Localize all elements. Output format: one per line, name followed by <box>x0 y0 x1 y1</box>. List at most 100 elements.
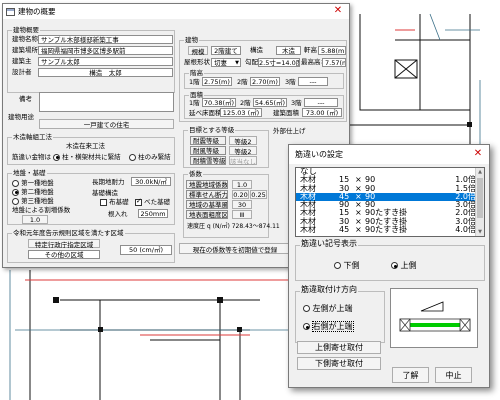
zone-field[interactable]: その他の区域 <box>28 250 100 259</box>
total-area-field[interactable]: 125.03 (㎡) <box>220 108 262 117</box>
area-2-field[interactable]: 54.65(㎡) <box>253 98 287 107</box>
area-3-field[interactable]: --- <box>304 98 338 107</box>
lower-attach-button[interactable]: 下側寄せ取付 <box>297 357 381 370</box>
story-2-field[interactable]: 2.70(m) <box>250 77 280 86</box>
bearing-label: 長期地耐力 <box>92 178 125 186</box>
area-1-field[interactable]: 70.38(㎡) <box>202 98 236 107</box>
mat-foundation-checkbox[interactable]: べた基礎 <box>135 197 170 207</box>
scroll-down-icon[interactable]: ▼ <box>476 229 484 235</box>
overview-group-label: 建物概要 <box>12 26 40 34</box>
area-2-label: 2階 <box>240 99 251 107</box>
ok-button[interactable]: 了解 <box>392 367 429 383</box>
symbol-option-upper[interactable]: 上側 <box>391 261 417 271</box>
title-bar[interactable]: 建物の概要 ✕ <box>3 4 349 19</box>
usage-button[interactable]: 一戸建ての住宅 <box>39 119 174 129</box>
top-height-field[interactable]: 7.57(m) <box>322 58 346 67</box>
eaves-label: 軒高 <box>304 46 317 54</box>
brace-list[interactable]: なし 木材 15 × 90 1.0倍 木材 30 × 90 1.5倍 木材 45 × 90 2.0倍 木… <box>295 167 485 237</box>
remarks-label: 備考 <box>19 95 32 103</box>
bearing-field[interactable]: 30.0kN/㎡ <box>131 177 171 186</box>
symbol-option-lower[interactable]: 下側 <box>334 261 360 271</box>
fastener-label: 筋違い金物は <box>12 153 51 161</box>
speed-pressure-label: 速度圧 q (N/㎡) 728.43～874.11 <box>187 223 280 230</box>
scroll-up-icon[interactable]: ▲ <box>476 169 484 175</box>
wind-speed-button[interactable]: 30 <box>232 200 252 209</box>
wind-grade-button[interactable]: 等級2 <box>229 146 257 156</box>
roughness-button[interactable]: Ⅲ <box>232 210 252 219</box>
brace-settings-dialog: 筋違いの設定 ✕ なし 木材 15 × 90 1.0倍 木材 30 × 90 1.5倍 木材 45… <box>288 144 490 388</box>
ground-type-3[interactable]: 第三種地盤 <box>12 197 54 206</box>
radio-icon <box>303 323 310 330</box>
building-site-label: 建築場所 <box>12 46 38 54</box>
total-area-label: 延べ床面積 <box>189 109 222 117</box>
framing-method-group: 木造軸組工法 木造在来工法 筋違い金物は 柱・横架材共に緊結 柱のみ緊結 <box>7 133 175 165</box>
embed-field[interactable]: 250mm <box>138 209 168 218</box>
target-grade-label: 目標とする等級 <box>188 126 236 134</box>
list-item[interactable]: 木材 45 × 90たすき掛 4.0倍 <box>296 225 484 234</box>
close-icon[interactable]: ✕ <box>327 4 349 18</box>
overview-group: 建物概要 建物名称 サンプル木部様邸新築工事 建築場所 福岡県福岡市博多区博多駅… <box>7 26 175 93</box>
chevron-down-icon: ▼ <box>235 60 239 66</box>
slope-field[interactable]: 2.5寸=14.0度 <box>258 58 300 67</box>
remarks-field[interactable] <box>39 92 174 112</box>
designer-field[interactable]: 構造 太郎 <box>38 68 173 77</box>
register-defaults-button[interactable]: 現在の係数等を初期値で登録 <box>179 243 291 254</box>
region-group-label: 令和元年度告示規則区域を満たす区域 <box>12 229 125 237</box>
region-value-field[interactable]: 50 (cm/㎡) <box>120 245 172 255</box>
direction-left-top[interactable]: 左側が上端 <box>303 304 353 314</box>
usage-label: 建物用途 <box>8 113 34 121</box>
upper-attach-button[interactable]: 上側寄せ取付 <box>297 341 381 354</box>
seismic-grade-button[interactable]: 等級2 <box>229 136 257 146</box>
wind-grade-label: 耐風等級 <box>190 146 226 155</box>
story-3-field[interactable]: --- <box>298 77 328 86</box>
window-title: 建物の概要 <box>18 7 56 16</box>
list-scrollbar[interactable]: ▲ ▼ <box>475 168 484 236</box>
owner-field[interactable]: サンプル太郎 <box>38 57 173 66</box>
building-site-field[interactable]: 福岡県福岡市博多区博多駅前 <box>38 46 173 55</box>
fastener-option-both[interactable]: 柱・横架材共に緊結 <box>53 153 121 162</box>
story-1-field[interactable]: 2.75(m) <box>202 77 232 86</box>
shear-coef-button-1[interactable]: 0.20 <box>232 190 249 199</box>
close-icon[interactable]: ✕ <box>467 145 489 163</box>
radio-icon <box>129 153 136 161</box>
designer-label: 設計者 <box>12 68 32 76</box>
seismic-zone-button[interactable]: 1.0 <box>232 180 252 189</box>
fastener-option-column[interactable]: 柱のみ緊結 <box>129 153 171 162</box>
building-name-field[interactable]: サンプル木部様邸新築工事 <box>38 35 173 44</box>
soft-ground-value[interactable]: 1.0 <box>22 215 48 224</box>
designated-area-button[interactable]: 特定行政庁指定区域 <box>28 239 100 249</box>
radio-icon <box>12 197 19 205</box>
story-2-label: 2階 <box>237 78 248 86</box>
scrollbar-thumb[interactable] <box>477 178 483 218</box>
embed-label: 根入れ <box>108 210 128 218</box>
radio-icon <box>12 179 19 187</box>
brace-preview-drawing <box>399 301 471 332</box>
snow-grade-button[interactable]: 該当なし <box>229 156 257 166</box>
seismic-grade-label: 耐震等級 <box>190 136 226 145</box>
ground-type-2[interactable]: 第二種地盤 <box>12 188 54 197</box>
structure-group: 建物 規模 2階建て 構造 木造 軒高 5.88(m) 屋根形状 切妻 ▼ 勾配 … <box>179 36 347 122</box>
coefficient-group: 係数 地震地域係数 1.0 標準せん断力係数 0.20 0.25 地域の基準風速… <box>183 170 280 238</box>
shear-coef-button-2[interactable]: 0.25 <box>250 190 267 199</box>
eaves-field[interactable]: 5.88(m) <box>318 46 346 55</box>
struct-field[interactable]: 木造 <box>276 46 301 55</box>
region-group: 令和元年度告示規則区域を満たす区域 特定行政庁指定区域 その他の区域 50 (c… <box>7 229 175 263</box>
soft-ground-label: 地盤による割増係数 <box>12 206 71 214</box>
dialog-title-bar[interactable]: 筋違いの設定 ✕ <box>289 145 489 164</box>
roof-select[interactable]: 切妻 ▼ <box>211 58 241 67</box>
dialog-title: 筋違いの設定 <box>295 150 343 159</box>
cancel-button[interactable]: 中止 <box>435 367 472 383</box>
ground-type-1[interactable]: 第一種地盤 <box>12 179 54 188</box>
story-height-label: 階高 <box>189 69 204 77</box>
roof-label: 屋根形状 <box>184 58 210 66</box>
struct-label: 構造 <box>250 46 263 54</box>
site-area-field[interactable]: 73.00 (㎡) <box>302 108 342 117</box>
window-icon <box>6 7 15 16</box>
cloth-foundation-checkbox[interactable]: 布基礎 <box>100 198 129 207</box>
floors-field[interactable]: 2階建て <box>211 46 241 55</box>
scale-button[interactable]: 規模 <box>188 46 208 56</box>
direction-right-top[interactable]: 右側が上端 <box>303 321 354 332</box>
radio-icon <box>12 188 19 196</box>
slope-label: 勾配 <box>245 58 258 66</box>
radio-icon <box>303 305 310 312</box>
